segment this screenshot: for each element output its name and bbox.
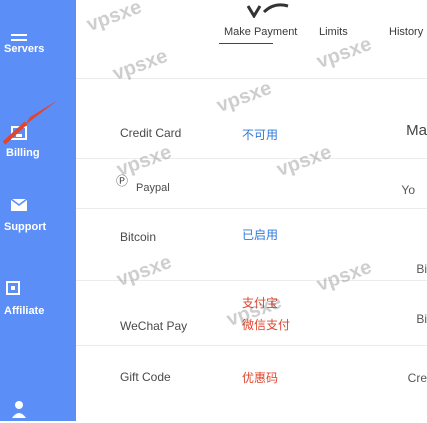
tab-limits[interactable]: Limits xyxy=(319,26,348,38)
right-column-value: Bi xyxy=(416,262,427,276)
divider xyxy=(76,280,427,281)
status-badge: 已启用 xyxy=(242,228,279,242)
method-paypal: Paypal xyxy=(136,182,170,194)
right-column-value: Bi xyxy=(416,312,427,326)
affiliate-icon xyxy=(6,280,24,298)
watermark: vpsxe xyxy=(109,44,171,86)
watermark: vpsxe xyxy=(83,0,145,37)
sidebar-item-support[interactable]: Support xyxy=(0,198,76,238)
mail-icon xyxy=(10,198,28,216)
method-credit-card: Credit Card xyxy=(120,126,182,140)
user-icon xyxy=(10,400,28,418)
divider xyxy=(76,208,427,209)
watermark: vpsxe xyxy=(313,255,375,297)
status-badge: 支付宝 xyxy=(242,296,279,310)
sidebar-item-label: Affiliate xyxy=(4,305,45,317)
watermark: vpsxe xyxy=(313,32,375,74)
paypal-icon: Ⓟ xyxy=(116,174,129,188)
sidebar-item-label: Billing xyxy=(6,147,40,159)
sidebar: Servers Billing Support Affiliate xyxy=(0,0,76,421)
payment-panel: Make Payment Limits History Credit Card … xyxy=(76,0,427,421)
watermark: vpsxe xyxy=(273,140,335,182)
sidebar-item-servers[interactable]: Servers xyxy=(0,30,76,60)
status-badge: 微信支付 xyxy=(242,318,291,332)
right-column-value: Yo xyxy=(401,183,415,197)
right-column-value: Ma xyxy=(406,122,427,139)
status-badge: 不可用 xyxy=(242,128,279,142)
sidebar-item-affiliate[interactable]: Affiliate xyxy=(0,280,76,320)
pointer-arrow-icon xyxy=(2,100,58,145)
watermark: vpsxe xyxy=(113,250,175,292)
watermark-logo-icon xyxy=(246,3,289,18)
watermark: vpsxe xyxy=(213,76,275,118)
method-gift-code: Gift Code xyxy=(120,370,171,384)
right-column-value: Cre xyxy=(407,371,427,385)
divider xyxy=(76,158,427,159)
method-wechat-pay: WeChat Pay xyxy=(120,319,188,333)
sidebar-item-account[interactable] xyxy=(0,400,76,421)
sidebar-item-label: Support xyxy=(4,221,47,233)
sidebar-item-label: Servers xyxy=(4,43,45,55)
active-tab-underline xyxy=(219,43,273,44)
status-badge: 优惠码 xyxy=(242,371,279,385)
divider xyxy=(76,345,427,346)
method-bitcoin: Bitcoin xyxy=(120,230,157,244)
divider xyxy=(76,78,427,79)
tab-make-payment[interactable]: Make Payment xyxy=(224,26,297,38)
tab-history[interactable]: History xyxy=(389,26,423,38)
